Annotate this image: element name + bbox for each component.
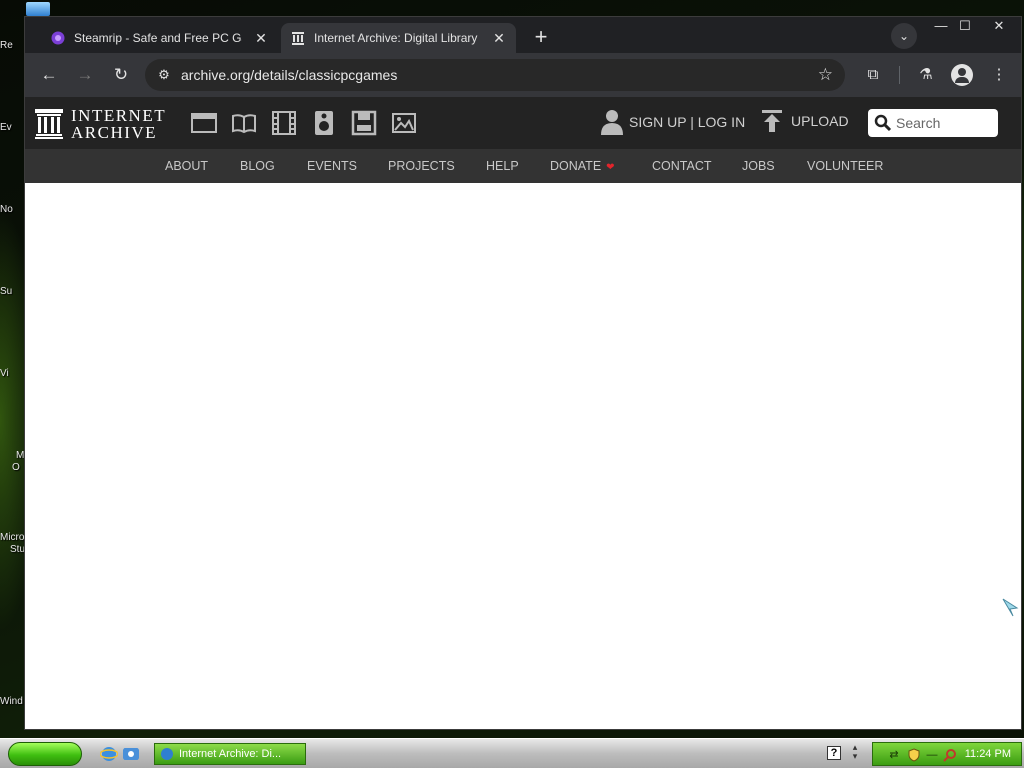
sign-up-login-link[interactable]: SIGN UP | LOG IN <box>601 109 745 135</box>
tab-strip: Steamrip - Safe and Free PC Games ✕ Inte… <box>25 17 1021 53</box>
nav-jobs[interactable]: JOBS <box>742 159 775 173</box>
upload-icon <box>762 110 782 132</box>
internet-archive-logo[interactable]: INTERNET ARCHIVE <box>35 107 166 141</box>
browser-menu-icon[interactable]: ⋮ <box>987 63 1011 87</box>
ia-secondary-nav: ABOUT BLOG EVENTS PROJECTS HELP DONATE ❤ … <box>25 149 1021 183</box>
desktop-icon-label[interactable]: No <box>0 204 24 216</box>
network-icon[interactable]: ⇄ <box>887 748 901 762</box>
new-tab-button[interactable]: + <box>529 26 553 48</box>
upload-link[interactable]: UPLOAD <box>761 109 849 133</box>
archive-temple-icon <box>35 109 63 139</box>
software-icon[interactable] <box>351 110 377 136</box>
nav-donate-label: DONATE <box>550 159 602 173</box>
search-icon <box>874 114 892 132</box>
maximize-button[interactable]: ☐ <box>953 17 977 35</box>
browser-window: Steamrip - Safe and Free PC Games ✕ Inte… <box>24 16 1022 730</box>
search-input[interactable] <box>896 115 996 131</box>
desktop-icon-label[interactable]: M <box>0 450 24 462</box>
forward-button[interactable]: → <box>73 63 97 87</box>
address-bar[interactable]: ⚙ archive.org/details/classicpcgames ☆ <box>145 59 845 91</box>
texts-icon[interactable] <box>231 110 257 136</box>
web-page: INTERNET ARCHIVE SIGN UP | LOG IN UPLOAD… <box>25 97 1021 729</box>
desktop-icon-label[interactable]: Wind <box>0 696 24 708</box>
desktop-icon-label[interactable]: Re <box>0 40 24 52</box>
nav-about[interactable]: ABOUT <box>165 159 208 173</box>
tab-title: Internet Archive: Digital Library of <box>314 31 480 45</box>
mouse-cursor-icon <box>1002 598 1019 617</box>
labs-icon[interactable]: ⚗ <box>914 63 938 87</box>
audio-icon[interactable] <box>311 110 337 136</box>
profile-avatar-icon[interactable] <box>951 64 973 86</box>
desktop-icon-label[interactable]: O <box>0 462 24 474</box>
nav-help[interactable]: HELP <box>486 159 519 173</box>
start-button[interactable] <box>8 742 82 766</box>
desktop-icon-label[interactable]: Su <box>0 286 24 298</box>
site-info-icon[interactable]: ⚙ <box>153 67 175 83</box>
account-label: SIGN UP | LOG IN <box>629 114 746 130</box>
taskbar-window-button[interactable]: Internet Archive: Di... <box>154 743 306 765</box>
url-text[interactable]: archive.org/details/classicpcgames <box>181 67 397 83</box>
nav-contact[interactable]: CONTACT <box>652 159 712 173</box>
logo-wordmark: INTERNET ARCHIVE <box>71 107 166 141</box>
internet-archive-favicon <box>292 32 304 45</box>
nav-volunteer[interactable]: VOLUNTEER <box>807 159 883 173</box>
heart-icon: ❤ <box>606 162 615 173</box>
close-window-button[interactable]: ✕ <box>987 17 1011 35</box>
toolbar-divider <box>899 66 900 84</box>
internet-explorer-icon <box>161 748 173 760</box>
tab-internet-archive[interactable]: Internet Archive: Digital Library of ✕ <box>281 23 516 53</box>
desktop-icon-label[interactable]: Vi <box>0 368 24 380</box>
desktop-icon[interactable] <box>26 2 50 16</box>
nav-events[interactable]: EVENTS <box>307 159 357 173</box>
ia-top-header: INTERNET ARCHIVE SIGN UP | LOG IN UPLOAD… <box>25 97 1021 149</box>
show-desktop-icon[interactable] <box>122 745 140 763</box>
steamrip-favicon <box>51 31 65 45</box>
taskbar-window-label: Internet Archive: Di... <box>179 748 282 760</box>
search-tray-icon[interactable] <box>943 748 957 762</box>
security-shield-icon[interactable] <box>907 748 921 762</box>
tab-steamrip[interactable]: Steamrip - Safe and Free PC Games ✕ <box>41 23 278 53</box>
archive-search-box[interactable] <box>868 109 998 137</box>
desktop-icon-label[interactable]: Ev <box>0 122 24 134</box>
help-icon[interactable]: ? <box>827 746 841 760</box>
volume-icon[interactable]: — <box>925 748 939 762</box>
nav-blog[interactable]: BLOG <box>240 159 275 173</box>
scroll-arrows-icon[interactable]: ▴ ▾ <box>850 743 860 761</box>
minimize-button[interactable]: — <box>929 17 953 35</box>
system-tray: ⇄ — 11:24 PM <box>872 742 1022 766</box>
logo-line-2: ARCHIVE <box>71 123 158 142</box>
desktop-icon-label[interactable]: Stu <box>0 544 24 556</box>
internet-explorer-icon[interactable] <box>100 745 118 763</box>
video-icon[interactable] <box>271 110 297 136</box>
taskbar: Internet Archive: Di... ? ▴ ▾ ⇄ — 11:24 P… <box>0 738 1024 768</box>
reload-button[interactable]: ↻ <box>109 63 133 87</box>
upload-label: UPLOAD <box>791 113 849 129</box>
desktop-icon-label[interactable]: Micro <box>0 532 24 544</box>
back-button[interactable]: ← <box>37 63 61 87</box>
bookmark-star-icon[interactable]: ☆ <box>818 65 833 85</box>
tab-search-button[interactable]: ⌄ <box>891 23 917 49</box>
browser-toolbar: ← → ↻ ⚙ archive.org/details/classicpcgam… <box>25 53 1021 97</box>
nav-donate[interactable]: DONATE ❤ <box>550 159 615 173</box>
tab-close-icon[interactable]: ✕ <box>254 30 268 47</box>
tab-title: Steamrip - Safe and Free PC Games <box>74 31 242 45</box>
clock[interactable]: 11:24 PM <box>965 748 1011 760</box>
web-icon[interactable] <box>191 110 217 136</box>
nav-projects[interactable]: PROJECTS <box>388 159 455 173</box>
tab-close-icon[interactable]: ✕ <box>492 30 506 47</box>
images-icon[interactable] <box>391 110 417 136</box>
user-icon <box>601 110 623 135</box>
extensions-icon[interactable]: ⧉ <box>861 63 885 87</box>
logo-line-1: INTERNET <box>71 106 167 125</box>
